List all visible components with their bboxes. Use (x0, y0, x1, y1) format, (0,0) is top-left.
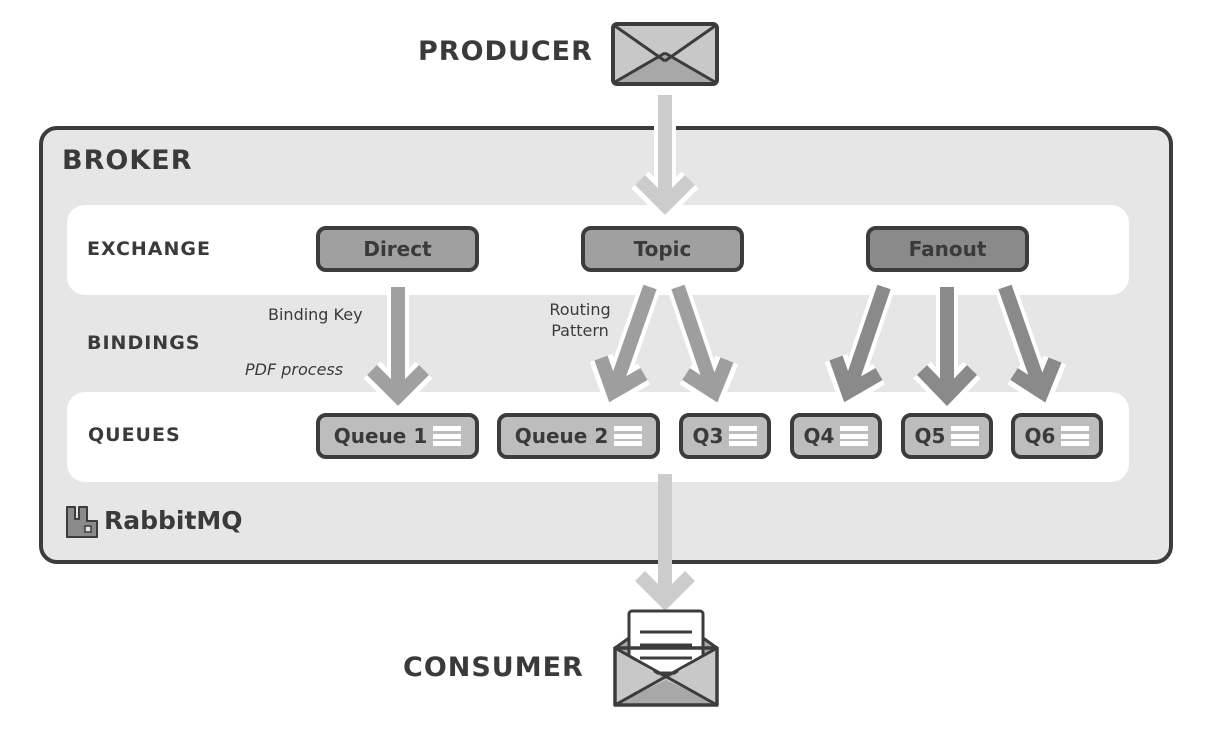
queue-list-icon (840, 426, 869, 446)
exchange-direct-label: Direct (363, 237, 432, 261)
fanout-binding-arrow-q5 (913, 287, 981, 414)
direct-binding-arrow (363, 287, 433, 413)
binding-key-label: Binding Key (268, 305, 363, 324)
queue-list-icon (433, 426, 462, 446)
queue-to-consumer-arrow (635, 474, 695, 611)
exchange-topic[interactable]: Topic (581, 226, 744, 272)
arrows-layer (363, 95, 1067, 611)
queue-6[interactable]: Q6 (1011, 413, 1103, 459)
topic-binding-arrow-q3 (667, 283, 739, 410)
exchange-fanout[interactable]: Fanout (866, 226, 1029, 272)
exchange-direct[interactable]: Direct (316, 226, 479, 272)
queue-list-icon (951, 426, 980, 446)
binding-key-value: PDF process (245, 360, 344, 379)
producer-to-exchange-arrow (631, 95, 699, 222)
exchange-fanout-label: Fanout (908, 237, 987, 261)
consumer-label: CONSUMER (403, 652, 584, 683)
queue-3-label: Q3 (692, 424, 724, 448)
queue-list-icon (729, 426, 758, 446)
queue-2-label: Queue 2 (514, 424, 609, 448)
exchange-topic-label: Topic (633, 237, 692, 261)
queue-4[interactable]: Q4 (790, 413, 882, 459)
queue-4-label: Q4 (803, 424, 835, 448)
rabbitmq-logo-text: RabbitMQ (104, 506, 243, 535)
queue-5[interactable]: Q5 (901, 413, 993, 459)
routing-pattern-line1: Routing (549, 300, 611, 319)
queue-1[interactable]: Queue 1 (316, 413, 479, 459)
queue-list-icon (614, 426, 643, 446)
queue-list-icon (1061, 426, 1090, 446)
rabbitmq-logo-icon (66, 506, 98, 538)
fanout-binding-arrow-q6 (994, 283, 1067, 410)
queue-6-label: Q6 (1024, 424, 1056, 448)
queue-3[interactable]: Q3 (679, 413, 771, 459)
queue-1-label: Queue 1 (333, 424, 428, 448)
routing-pattern-label: Routing Pattern (543, 299, 617, 341)
routing-pattern-line2: Pattern (551, 321, 609, 340)
fanout-binding-arrow-q4 (824, 283, 895, 410)
queue-5-label: Q5 (914, 424, 946, 448)
queue-2[interactable]: Queue 2 (497, 413, 660, 459)
envelope-open-letter-icon (613, 609, 719, 707)
